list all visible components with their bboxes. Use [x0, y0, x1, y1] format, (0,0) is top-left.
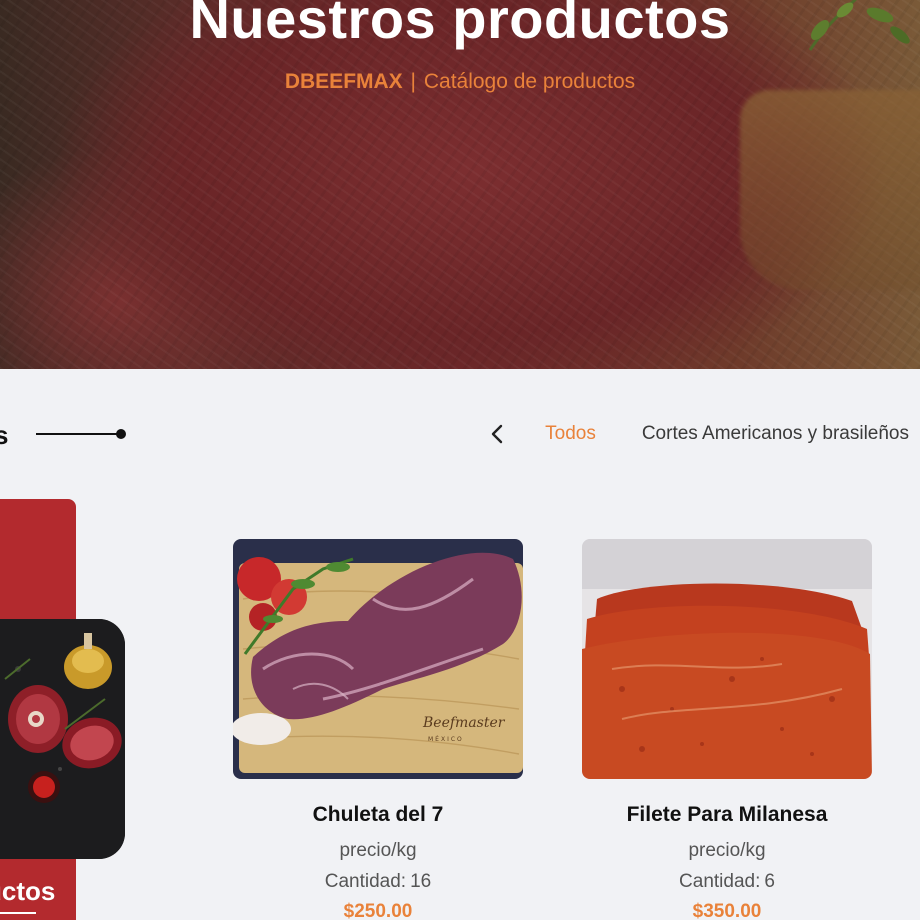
product-unit: precio/kg [339, 840, 417, 861]
svg-text:Beefmaster: Beefmaster [422, 715, 506, 731]
quantity-value: 6 [764, 871, 775, 892]
subtitle-separator: | [410, 70, 416, 93]
product-card[interactable]: Beefmaster MÉXICO Chuleta del 7 precio/k… [233, 539, 523, 920]
product-name: Chuleta del 7 [312, 803, 444, 826]
tab-cortes-americanos[interactable]: Cortes Americanos y brasileños [642, 423, 909, 445]
product-image[interactable]: Beefmaster MÉXICO [233, 539, 523, 779]
section-title-line [36, 433, 120, 435]
hero-banner: Nuestros productos DBEEFMAX | Catálogo d… [0, 0, 920, 369]
promo-label: uctos [0, 876, 56, 906]
quantity-label: Cantidad: [679, 871, 761, 892]
product-name: Filete Para Milanesa [626, 803, 828, 826]
promo-image [0, 619, 125, 859]
section-title: s [0, 420, 9, 450]
brand-name: DBEEFMAX [284, 70, 403, 93]
hero-title: Nuestros productos [189, 0, 731, 50]
promo-underline [0, 912, 36, 914]
product-price: $350.00 [692, 901, 762, 920]
svg-text:MÉXICO: MÉXICO [428, 735, 464, 743]
quantity-label: Cantidad: [324, 871, 407, 892]
tab-todos[interactable]: Todos [545, 423, 596, 445]
product-quantity: Cantidad: 6 [582, 871, 872, 893]
hero-subtitle: DBEEFMAX | Catálogo de productos [0, 70, 920, 94]
quantity-value: 16 [410, 871, 432, 892]
product-unit: precio/kg [688, 840, 766, 861]
product-card[interactable]: Filete Para Milanesa precio/kg Cantidad:… [582, 539, 872, 920]
product-quantity: Cantidad: 16 [233, 871, 523, 893]
chevron-left-icon[interactable] [487, 420, 507, 448]
product-image[interactable] [582, 539, 872, 779]
product-price: $250.00 [343, 901, 413, 920]
section-title-dot [116, 429, 126, 439]
category-tabs: Todos Cortes Americanos y brasileños [487, 420, 920, 448]
subtitle-text: Catálogo de productos [423, 70, 636, 93]
